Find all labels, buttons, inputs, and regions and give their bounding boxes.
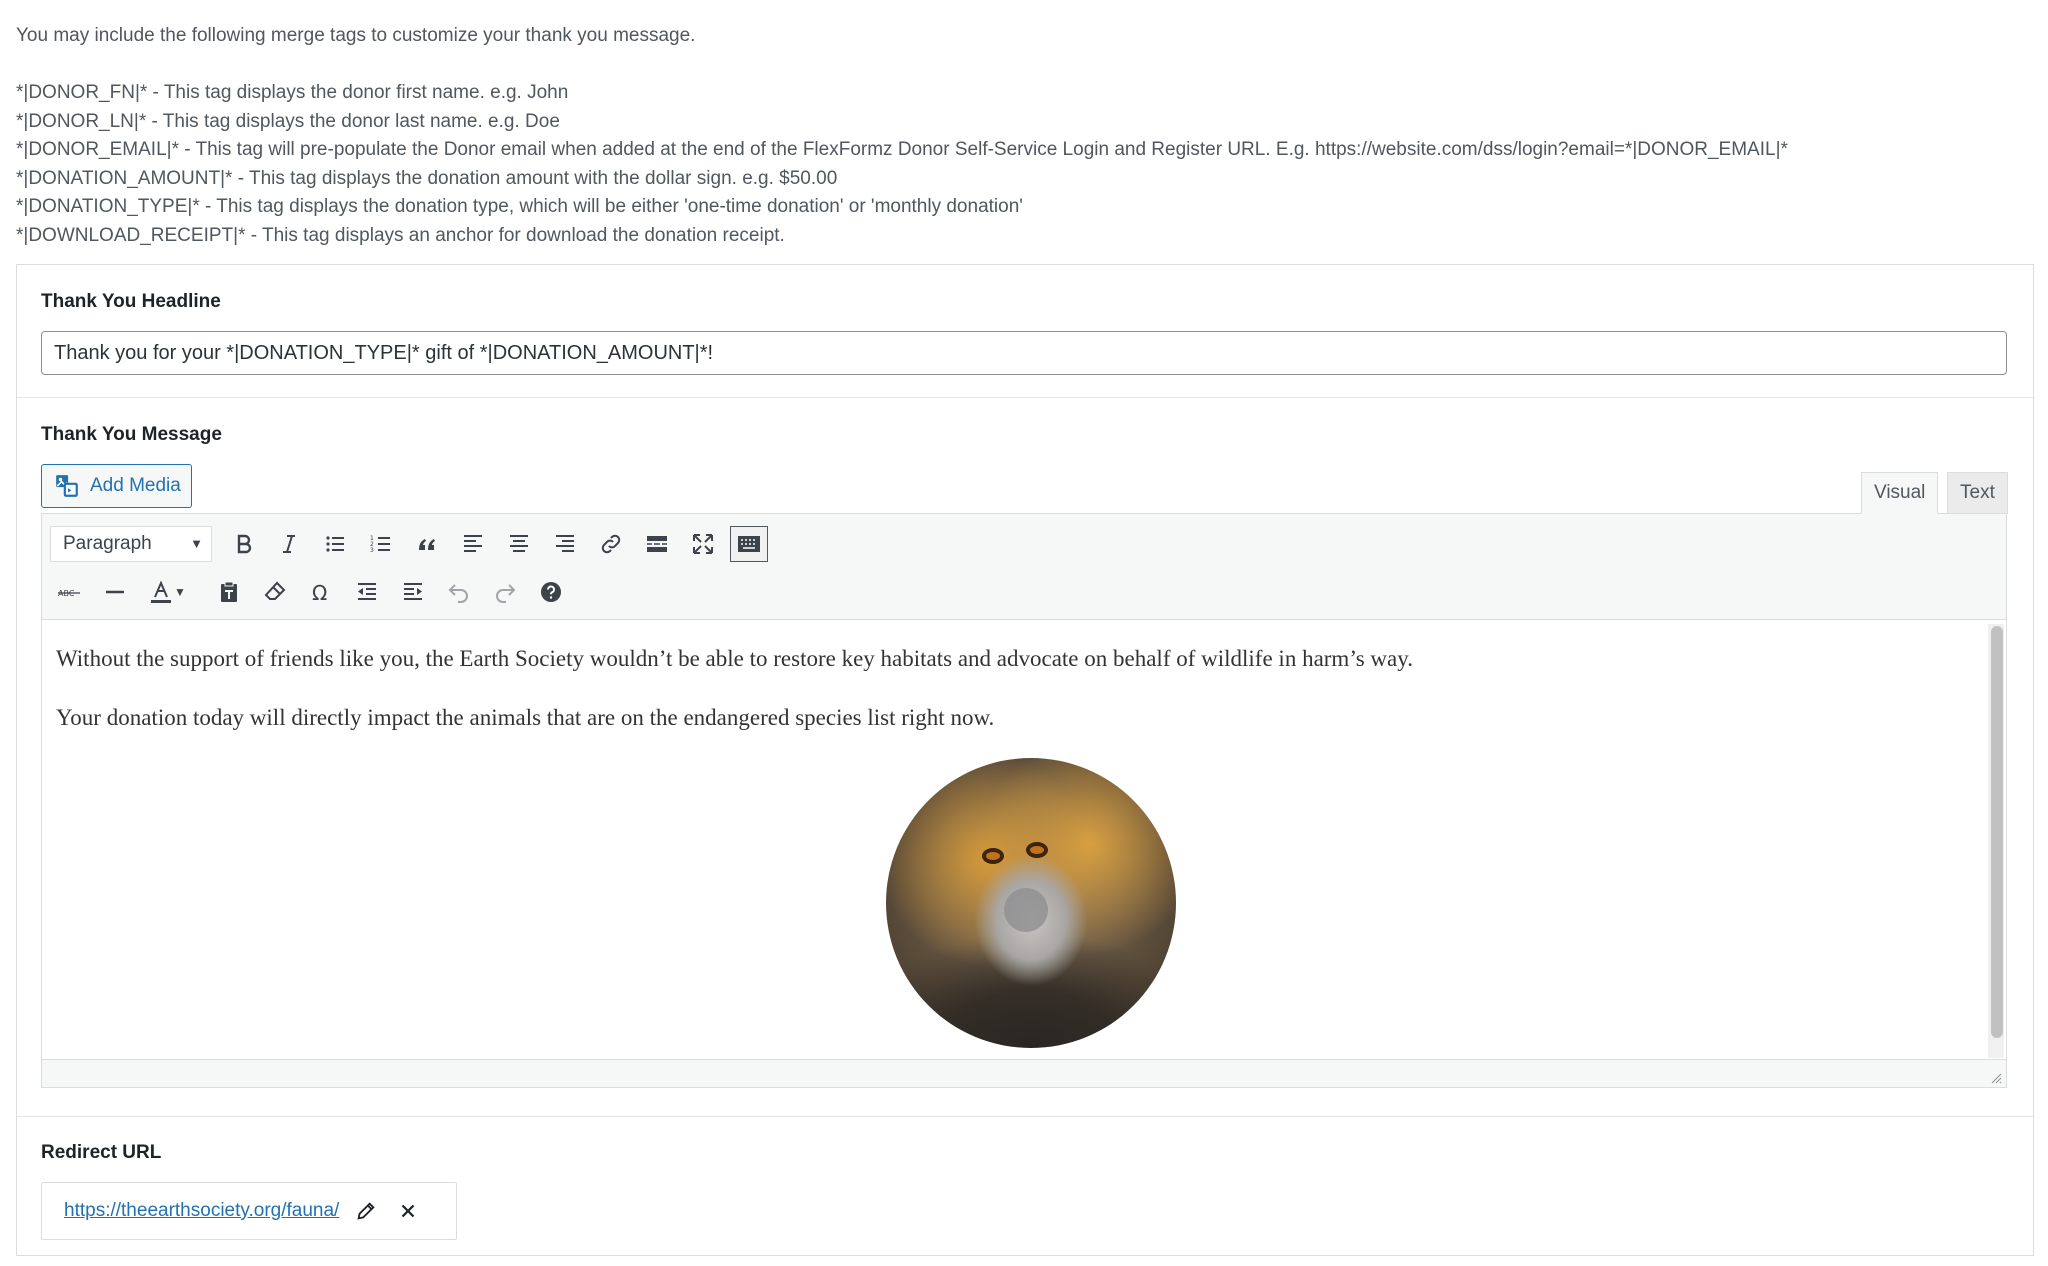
paste-text-icon [221,581,237,602]
thank-you-panel: Thank You Headline Thank you for your *|… [16,264,2034,1256]
merge-tag-download-receipt: *|DOWNLOAD_RECEIPT|* - This tag displays… [16,224,785,246]
outdent-icon [358,583,376,600]
tab-visual[interactable]: Visual [1861,472,1939,514]
help-button[interactable] [532,574,570,610]
headline-input[interactable]: Thank you for your *|DONATION_TYPE|* gif… [41,331,2007,375]
editor-scrollbar[interactable] [1988,624,2004,1058]
blockquote-button[interactable] [408,526,446,562]
redirect-label: Redirect URL [41,1142,162,1163]
paste-text-button[interactable] [210,574,248,610]
photo-eye [1026,842,1048,858]
message-label: Thank You Message [41,424,222,445]
merge-tags-lead: You may include the following merge tags… [16,25,696,46]
text-color-dropdown[interactable]: ▼ [170,574,190,610]
indent-button[interactable] [394,574,432,610]
photo-eye [982,848,1004,864]
special-character-icon: Ω [312,581,327,604]
resize-handle-icon[interactable] [1988,1070,2002,1084]
fullscreen-button[interactable] [684,526,722,562]
strikethrough-icon: ABC [58,589,80,598]
numbered-list-button[interactable]: 123 [362,526,400,562]
align-right-icon [556,535,574,552]
fullscreen-icon [693,534,713,554]
merge-tag-donation-type: *|DONATION_TYPE|* - This tag displays th… [16,196,1023,217]
headline-section: Thank You Headline Thank you for your *|… [17,265,2033,398]
svg-text:Ω: Ω [312,581,327,604]
undo-button[interactable] [440,574,478,610]
merge-tag-donor-ln: *|DONOR_LN|* - This tag displays the don… [16,110,560,132]
align-center-button[interactable] [500,526,538,562]
add-media-label: Add Media [90,475,181,496]
monkey-photo [886,758,1176,1048]
redirect-url-link[interactable]: https://theearthsociety.org/fauna/ [64,1200,339,1222]
thank-you-settings-page: You may include the following merge tags… [0,0,2048,1266]
editor-statusbar [42,1059,2006,1087]
add-media-icon [56,475,78,497]
editor-toolbar: Paragraph ▼ 123 ABC ▼ Ω [42,514,2006,620]
align-left-icon [464,535,482,552]
redirect-url-box: https://theearthsociety.org/fauna/ [41,1182,457,1240]
read-more-icon [647,536,667,552]
message-section: Thank You Message Add Media Visual Text … [17,398,2033,1116]
strikethrough-button[interactable]: ABC [50,574,88,610]
italic-icon [283,535,295,553]
align-center-icon [510,535,528,552]
close-icon [402,1204,415,1218]
merge-tag-donor-email: *|DONOR_EMAIL|* - This tag will pre-popu… [16,139,1788,160]
redo-icon [496,584,516,603]
message-editor: Paragraph ▼ 123 ABC ▼ Ω Without the supp… [41,513,2007,1088]
merge-tag-donation-amount: *|DONATION_AMOUNT|* - This tag displays … [16,167,838,189]
edit-url-button[interactable] [351,1196,381,1226]
redo-button[interactable] [486,574,524,610]
horizontal-line-icon [106,590,124,594]
chevron-down-icon: ▼ [190,536,203,551]
blockquote-icon [419,539,435,550]
read-more-button[interactable] [638,526,676,562]
pencil-icon [357,1202,375,1220]
editor-content[interactable]: Without the support of friends like you,… [42,620,1984,1060]
toolbar-toggle-button[interactable] [730,526,768,562]
bold-button[interactable] [225,526,263,562]
headline-label: Thank You Headline [41,291,221,312]
align-left-button[interactable] [454,526,492,562]
link-icon [601,534,621,554]
horizontal-line-button[interactable] [96,574,134,610]
italic-button[interactable] [270,526,308,562]
undo-icon [448,584,468,603]
message-paragraph: Your donation today will directly impact… [56,705,995,730]
merge-tags-help: You may include the following merge tags… [16,22,1788,250]
format-select[interactable]: Paragraph ▼ [50,526,212,562]
scrollbar-thumb[interactable] [1991,626,2003,1038]
numbered-list-icon: 123 [370,535,390,554]
format-select-value: Paragraph [63,533,152,554]
add-media-button[interactable]: Add Media [41,464,192,508]
remove-url-button[interactable] [393,1196,423,1226]
bullet-list-icon [326,536,344,552]
toolbar-toggle-icon [738,536,760,552]
special-character-button[interactable]: Ω [302,574,340,610]
redirect-section: Redirect URL https://theearthsociety.org… [17,1116,2033,1256]
link-button[interactable] [592,526,630,562]
clear-formatting-icon [264,581,286,600]
indent-icon [404,583,422,600]
chevron-down-icon: ▼ [174,585,186,599]
message-paragraph: Without the support of friends like you,… [56,646,1413,671]
outdent-button[interactable] [348,574,386,610]
tab-text[interactable]: Text [1947,472,2008,514]
svg-text:3: 3 [370,547,374,554]
merge-tag-donor-fn: *|DONOR_FN|* - This tag displays the don… [16,82,569,103]
align-right-button[interactable] [546,526,584,562]
bullet-list-button[interactable] [316,526,354,562]
bold-icon [237,534,252,554]
photo-muzzle [1004,888,1048,932]
clear-formatting-button[interactable] [256,574,294,610]
help-icon [541,582,561,602]
